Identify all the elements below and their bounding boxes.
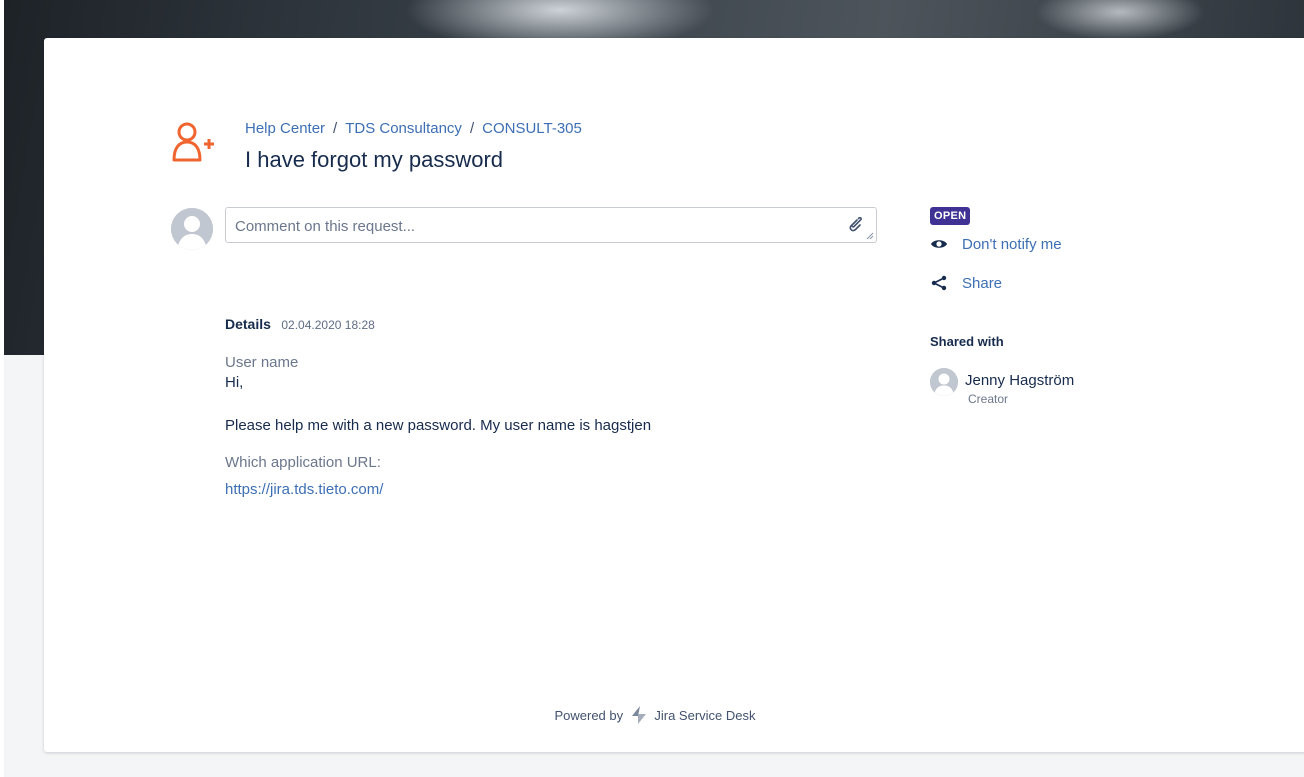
field-label-user-name: User name [225, 354, 299, 371]
avatar [930, 368, 958, 396]
powered-by-label: Powered by [554, 708, 624, 723]
paperclip-icon[interactable] [846, 216, 862, 234]
shared-user-role: Creator [968, 392, 1009, 406]
breadcrumb-separator: / [333, 120, 338, 137]
notify-toggle[interactable]: Don't notify me [930, 235, 1062, 253]
default-avatar-icon [171, 208, 213, 250]
field-value-url-link[interactable]: https://jira.tds.tieto.com/ [225, 481, 383, 498]
powered-by-footer: Powered by Jira Service Desk [44, 706, 1266, 724]
breadcrumb-issue-key[interactable]: CONSULT-305 [482, 120, 582, 137]
status-badge: OPEN [930, 207, 971, 225]
notify-label[interactable]: Don't notify me [962, 236, 1062, 253]
breadcrumb-help-center[interactable]: Help Center [245, 120, 325, 137]
add-user-icon [172, 122, 214, 162]
powered-by-product: Jira Service Desk [654, 708, 756, 723]
default-avatar-icon [930, 368, 958, 396]
comment-field[interactable] [225, 207, 877, 243]
jira-service-desk-logo-icon [631, 706, 646, 724]
comment-input[interactable] [233, 215, 827, 237]
request-card: Help Center / TDS Consultancy / CONSULT-… [44, 38, 1304, 752]
share-label[interactable]: Share [962, 275, 1002, 292]
shared-user-name: Jenny Hagström [965, 372, 1075, 389]
page-title: I have forgot my password [245, 147, 504, 172]
field-label-application-url: Which application URL: [225, 454, 381, 471]
left-edge [0, 0, 4, 777]
field-value-message: Please help me with a new password. My u… [225, 417, 652, 434]
resize-handle-icon[interactable] [866, 232, 874, 240]
avatar [171, 208, 213, 250]
details-header: Details 02.04.2020 18:28 [225, 316, 375, 334]
details-label: Details [225, 316, 271, 332]
breadcrumb-service-desk[interactable]: TDS Consultancy [345, 120, 462, 137]
field-value-greeting: Hi, [225, 374, 244, 391]
share-icon [931, 275, 947, 291]
breadcrumb: Help Center / TDS Consultancy / CONSULT-… [245, 120, 582, 137]
eye-icon [931, 240, 947, 248]
breadcrumb-separator: / [469, 120, 475, 137]
share-button[interactable]: Share [930, 274, 1002, 292]
details-date: 02.04.2020 18:28 [281, 318, 375, 332]
shared-with-heading: Shared with [930, 334, 1004, 349]
